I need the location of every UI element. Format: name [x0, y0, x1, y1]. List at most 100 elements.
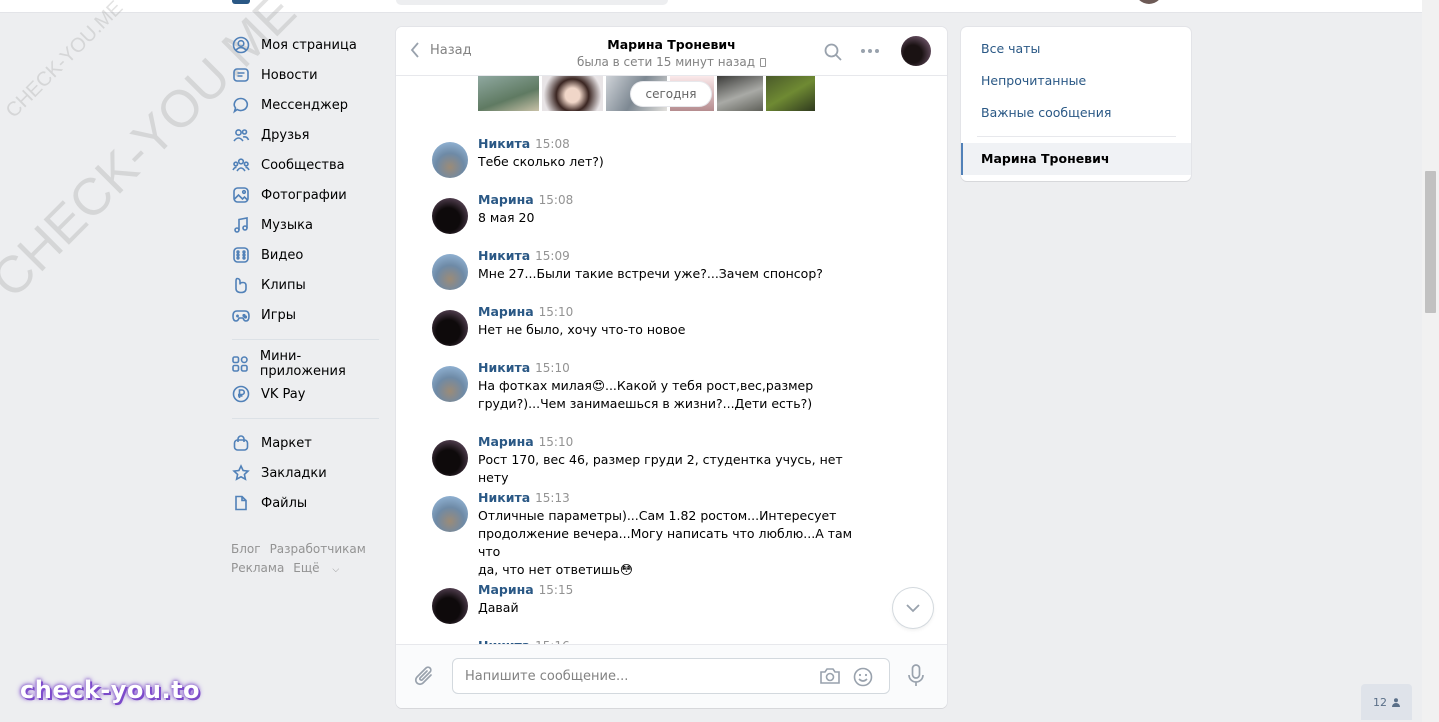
- nav-item-label: Маркет: [261, 435, 312, 451]
- message-body: Никита 15:10 На фотках милая😍...Какой у те…: [478, 359, 872, 413]
- camera-icon[interactable]: [819, 667, 841, 685]
- nav-item[interactable]: Закладки: [228, 458, 380, 488]
- message-author[interactable]: Марина: [478, 434, 534, 449]
- message-author[interactable]: Никита: [478, 360, 530, 375]
- star-icon: [231, 463, 251, 483]
- message-avatar[interactable]: [432, 198, 468, 234]
- search-icon[interactable]: [823, 42, 843, 62]
- message-avatar[interactable]: [432, 588, 468, 624]
- message-item[interactable]: Никита 15:08 Тебе сколько лет?): [432, 135, 872, 178]
- message-meta: Марина 15:10: [478, 303, 872, 321]
- message-item[interactable]: Марина 15:08 8 мая 20: [432, 191, 872, 234]
- watermark-brand: check-you.to: [20, 676, 201, 704]
- attachment-photo[interactable]: [478, 76, 539, 111]
- message-avatar[interactable]: [432, 496, 468, 532]
- attachment-photo[interactable]: [542, 76, 603, 111]
- communities-icon: [231, 155, 251, 175]
- more-icon[interactable]: [861, 49, 879, 53]
- message-avatar[interactable]: [432, 440, 468, 476]
- nav-item[interactable]: Сообщества: [228, 150, 380, 180]
- header-search-field[interactable]: [396, 0, 668, 5]
- header-avatar[interactable]: [1135, 0, 1163, 4]
- nav-item[interactable]: Клипы: [228, 270, 380, 300]
- message-author[interactable]: Марина: [478, 582, 534, 597]
- scroll-down-button[interactable]: [893, 588, 933, 628]
- active-chat-item[interactable]: Марина Троневич: [961, 143, 1191, 175]
- message-meta: Никита 15:10: [478, 359, 872, 377]
- message-item[interactable]: Никита 15:13 Отличные параметры)...Сам 1.8…: [432, 489, 872, 579]
- filter-important[interactable]: Важные сообщения: [981, 105, 1111, 120]
- nav-item[interactable]: Фотографии: [228, 180, 380, 210]
- footer-devs-link[interactable]: Разработчикам: [270, 542, 366, 556]
- vk-logo-icon[interactable]: [232, 0, 250, 4]
- nav-item[interactable]: Маркет: [228, 428, 380, 458]
- microphone-icon[interactable]: [908, 664, 924, 688]
- nav-item-label: Закладки: [261, 465, 327, 481]
- footer-ads-link[interactable]: Реклама: [231, 561, 284, 575]
- footer-more-link[interactable]: Ещё ⌵: [293, 561, 348, 575]
- message-time: 15:09: [535, 249, 570, 263]
- message-avatar[interactable]: [432, 254, 468, 290]
- nav-item-label: Клипы: [261, 277, 306, 293]
- nav-item-label: VK Pay: [261, 386, 306, 402]
- clips-icon: [231, 275, 251, 295]
- apps-grid-icon: [231, 354, 250, 374]
- newspaper-icon: [231, 65, 251, 85]
- nav-item[interactable]: Друзья: [228, 120, 380, 150]
- message-meta: Марина 15:15: [478, 581, 872, 599]
- nav-item[interactable]: VK Pay: [228, 379, 380, 409]
- message-item[interactable]: Марина 15:10 Рост 170, вес 46, размер груд…: [432, 433, 872, 487]
- peer-status: была в сети 15 минут назад: [396, 55, 947, 69]
- nav-item-label: Файлы: [261, 495, 308, 511]
- message-input[interactable]: [465, 659, 805, 693]
- page-scrollbar[interactable]: [1422, 0, 1439, 722]
- filter-unread[interactable]: Непрочитанные: [981, 73, 1086, 88]
- nav-item[interactable]: Игры: [228, 300, 380, 330]
- filter-all-chats[interactable]: Все чаты: [981, 41, 1040, 56]
- message-item[interactable]: Марина 15:10 Нет не было, хочу что-то ново…: [432, 303, 872, 346]
- message-author[interactable]: Никита: [478, 248, 530, 263]
- message-time: 15:10: [535, 361, 570, 375]
- attachment-photo[interactable]: [766, 76, 815, 111]
- nav-item[interactable]: Музыка: [228, 210, 380, 240]
- message-meta: Никита 15:08: [478, 135, 872, 153]
- message-avatar[interactable]: [432, 142, 468, 178]
- online-friends-badge[interactable]: 12: [1361, 684, 1412, 720]
- footer-blog-link[interactable]: Блог: [231, 542, 261, 556]
- nav-item-label: Фотографии: [261, 187, 347, 203]
- nav-item-label: Мессенджер: [261, 97, 348, 113]
- menu-divider: [232, 339, 379, 340]
- message-text: Давай: [478, 600, 519, 615]
- message-author[interactable]: Марина: [478, 304, 534, 319]
- nav-item[interactable]: Видео: [228, 240, 380, 270]
- nav-item[interactable]: Файлы: [228, 488, 380, 518]
- message-avatar[interactable]: [432, 366, 468, 402]
- nav-item[interactable]: Мессенджер: [228, 90, 380, 120]
- scrollbar-thumb[interactable]: [1425, 171, 1436, 313]
- message-item[interactable]: Никита 15:09 Мне 27...Были такие встречи у…: [432, 247, 872, 290]
- chevron-down-icon: ⌵: [332, 565, 340, 575]
- attachment-photo[interactable]: [717, 76, 763, 111]
- paperclip-icon[interactable]: [414, 665, 436, 689]
- peer-status-text: была в сети 15 минут назад: [576, 55, 756, 69]
- peer-avatar[interactable]: [901, 36, 931, 66]
- chat-filters-panel: Все чаты Непрочитанные Важные сообщения …: [961, 27, 1191, 181]
- nav-item-label: Музыка: [261, 217, 313, 233]
- nav-item[interactable]: Мини-приложения: [228, 349, 380, 379]
- message-author[interactable]: Марина: [478, 192, 534, 207]
- nav-item[interactable]: Моя страница: [228, 30, 380, 60]
- message-meta: Марина 15:10: [478, 433, 872, 451]
- date-separator: сегодня: [631, 82, 711, 106]
- emoji-icon[interactable]: [853, 667, 873, 687]
- message-item[interactable]: Марина 15:15 Давай: [432, 581, 872, 624]
- message-text: Отличные параметры)...Сам 1.82 ростом...…: [478, 508, 853, 577]
- chevron-down-icon: [906, 604, 920, 613]
- message-text: Нет не было, хочу что-то новое: [478, 322, 686, 337]
- message-author[interactable]: Никита: [478, 136, 530, 151]
- video-icon: [231, 245, 251, 265]
- filter-divider: [977, 136, 1176, 137]
- message-author[interactable]: Никита: [478, 490, 530, 505]
- nav-item[interactable]: Новости: [228, 60, 380, 90]
- message-item[interactable]: Никита 15:10 На фотках милая😍...Какой у те…: [432, 359, 872, 413]
- message-avatar[interactable]: [432, 310, 468, 346]
